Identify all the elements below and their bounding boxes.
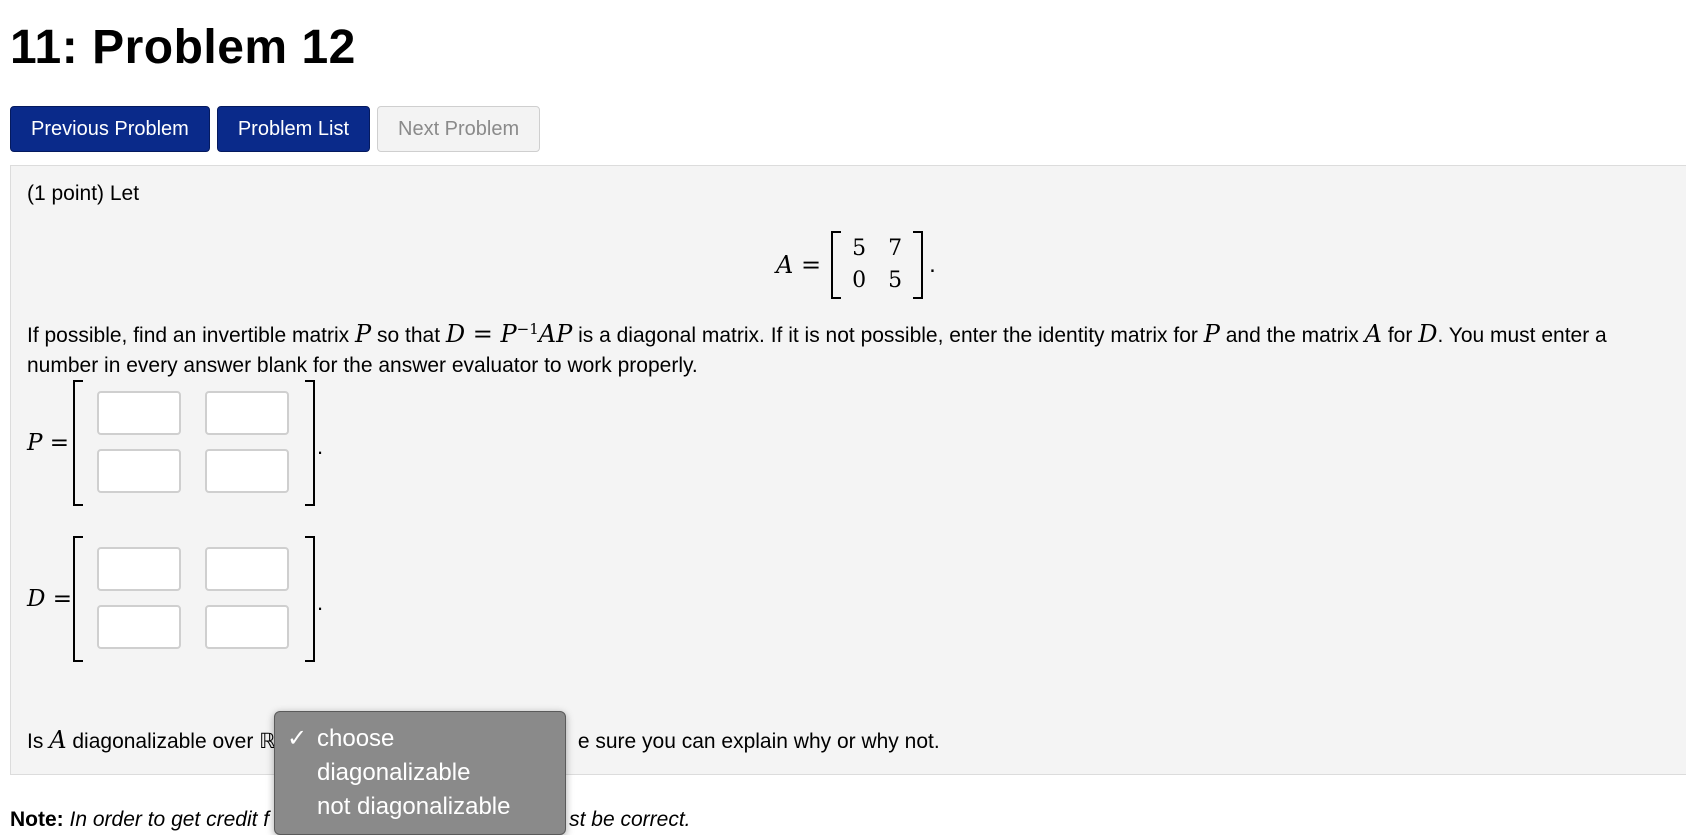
- left-bracket: [831, 231, 842, 299]
- P-inputs: [83, 391, 305, 495]
- matrix-A: 5 7 0 5: [831, 231, 924, 299]
- note: Note: In order to get credit f st be corr…: [10, 808, 691, 832]
- P-matrix: .: [73, 380, 323, 506]
- matrix-A-entry: 7: [888, 236, 903, 261]
- left-bracket: [73, 536, 83, 662]
- question-text: Is: [27, 730, 44, 753]
- matrix-A-entry: 5: [852, 236, 867, 261]
- dropdown-option-diagonalizable[interactable]: diagonalizable: [275, 756, 565, 790]
- matrix-A-entry: 0: [852, 268, 867, 293]
- desc-text: so that: [377, 324, 441, 347]
- desc-text: and the matrix: [1225, 324, 1359, 347]
- D-inputs: [83, 547, 305, 651]
- D-entry-2-1[interactable]: [97, 605, 181, 649]
- matrix-A-equation: A = 5 7 0 5 .: [776, 231, 936, 299]
- desc-text: is a diagonal matrix. If it is not possi…: [578, 324, 1198, 347]
- problem-intro: (1 point) Let: [27, 182, 140, 205]
- problem-list-button[interactable]: Problem List: [216, 106, 370, 152]
- matrix-period: .: [317, 590, 324, 615]
- checkmark-icon: ✓: [287, 725, 308, 752]
- right-bracket: [305, 380, 315, 506]
- math-P: P: [1203, 320, 1220, 348]
- P-entry-1-1[interactable]: [97, 391, 181, 435]
- right-bracket: [305, 536, 315, 662]
- question-text: diagonalizable over ℝ: [72, 730, 276, 753]
- previous-problem-button[interactable]: Previous Problem: [10, 106, 210, 152]
- D-label: D =: [27, 586, 73, 612]
- note-label: Note:: [10, 808, 64, 831]
- D-entry-2-2[interactable]: [205, 605, 289, 649]
- matrix-period: .: [317, 434, 324, 459]
- question-text: e sure you can explain why or why not.: [577, 730, 940, 753]
- matrix-A-period: .: [929, 251, 936, 278]
- next-problem-button[interactable]: Next Problem: [377, 106, 541, 152]
- problem-description: If possible, find an invertible matrix P…: [27, 314, 1667, 381]
- note-text: st be correct.: [569, 808, 691, 831]
- matrix-A-label: A =: [776, 251, 822, 279]
- matrix-A-entry: 5: [888, 268, 903, 293]
- math-equation-tail: AP: [538, 320, 573, 348]
- math-P: P: [355, 320, 372, 348]
- left-bracket: [73, 380, 83, 506]
- D-entry-1-1[interactable]: [97, 547, 181, 591]
- dropdown-option-choose[interactable]: ✓ choose: [275, 722, 565, 756]
- P-entry-2-1[interactable]: [97, 449, 181, 493]
- D-matrix: .: [73, 536, 323, 662]
- math-A: A: [1364, 320, 1382, 348]
- page-title: 11: Problem 12: [10, 21, 356, 74]
- math-superscript: −1: [516, 320, 539, 338]
- problem-navigation: Previous Problem Problem List Next Probl…: [10, 106, 541, 152]
- D-answer-row: D = .: [27, 536, 323, 662]
- math-D: D: [1418, 320, 1438, 348]
- P-entry-1-2[interactable]: [205, 391, 289, 435]
- P-label: P =: [27, 430, 70, 456]
- math-equation: D = P: [445, 320, 517, 348]
- option-label: diagonalizable: [317, 759, 471, 786]
- option-label: choose: [317, 725, 395, 752]
- desc-text: for: [1387, 324, 1413, 347]
- P-entry-2-2[interactable]: [205, 449, 289, 493]
- math-A: A: [49, 726, 67, 754]
- desc-text: If possible, find an invertible matrix: [27, 324, 350, 347]
- P-answer-row: P = .: [27, 380, 323, 506]
- right-bracket: [913, 231, 924, 299]
- D-entry-1-2[interactable]: [205, 547, 289, 591]
- note-text: In order to get credit f: [69, 808, 270, 831]
- matrix-A-entries: 5 7 0 5: [841, 233, 913, 297]
- problem-body: (1 point) Let A = 5 7 0 5 . If possible,…: [10, 165, 1686, 775]
